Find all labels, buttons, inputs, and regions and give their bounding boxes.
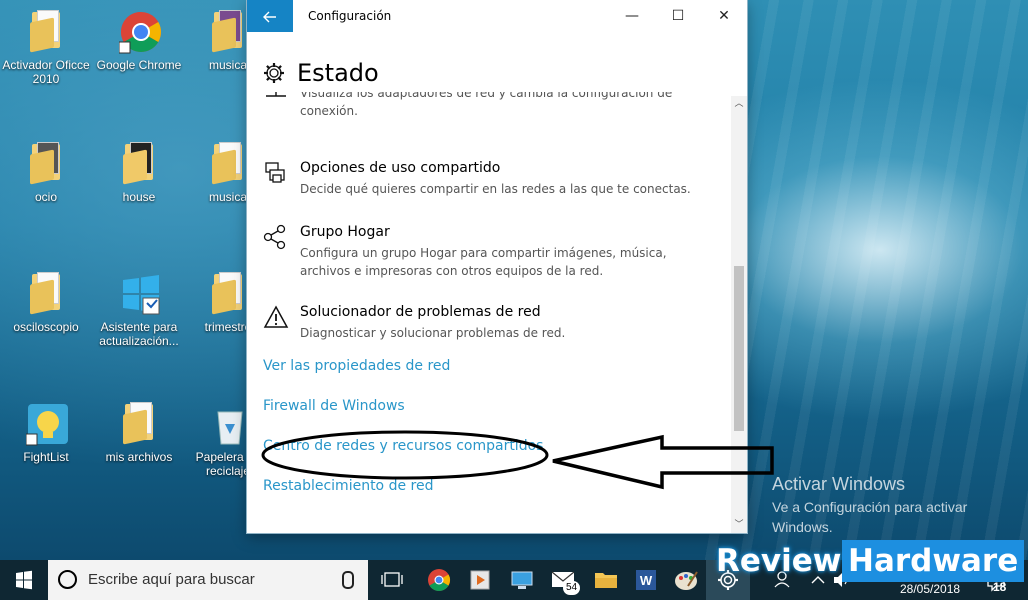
windows-logo-icon <box>119 272 160 316</box>
recycle-bin-icon <box>208 402 248 446</box>
homegroup-item[interactable]: Grupo Hogar Configura un grupo Hogar par… <box>263 224 703 284</box>
activation-watermark: Activar Windows Ve a Configuración para … <box>772 474 1002 537</box>
maximize-button[interactable]: ☐ <box>655 0 701 32</box>
network-sharing-center-link[interactable]: Centro de redes y recursos compartidos <box>263 438 543 454</box>
back-arrow-icon <box>263 11 276 22</box>
warning-triangle-icon <box>263 305 289 328</box>
item-title: Solucionador de problemas de red <box>300 304 541 320</box>
desktop-icon-activador[interactable]: Activador Oficce 2010 <box>0 10 94 86</box>
folder-icon <box>119 402 159 446</box>
item-description: Configura un grupo Hogar para compartir … <box>300 246 667 278</box>
desktop-icon-label: musica <box>208 58 247 72</box>
cortana-icon <box>58 570 77 589</box>
desktop-icon-label: trimestre <box>204 320 252 334</box>
chrome-icon <box>118 10 161 54</box>
desktop-icon-asistente[interactable]: Asistente para actualización... <box>91 272 187 348</box>
item-description: Visualiza los adaptadores de red y cambi… <box>300 92 673 118</box>
window-title: Configuración <box>308 9 392 23</box>
scrollbar-thumb[interactable] <box>734 266 744 431</box>
close-button[interactable]: ✕ <box>701 0 747 32</box>
item-title: Grupo Hogar <box>300 224 390 240</box>
troubleshooter-item[interactable]: Solucionador de problemas de red Diagnos… <box>263 304 703 346</box>
settings-content: Visualiza los adaptadores de red y cambi… <box>263 92 729 533</box>
folder-icon <box>595 573 617 588</box>
paint-palette-icon <box>675 571 698 590</box>
minimize-icon: — <box>625 8 639 24</box>
search-placeholder: Escribe aquí para buscar <box>88 571 255 588</box>
taskbar-paint[interactable] <box>664 560 708 600</box>
scroll-up-arrow-icon[interactable]: ︿ <box>731 96 747 112</box>
clock-date[interactable]: 28/05/2018 <box>900 581 960 597</box>
vertical-scrollbar[interactable]: ︿ ﹀ <box>731 96 747 533</box>
item-description: Decide qué quieres compartir en las rede… <box>300 182 691 196</box>
scroll-down-arrow-icon[interactable]: ﹀ <box>731 517 747 533</box>
start-button[interactable] <box>0 560 48 600</box>
folder-icon <box>208 272 248 316</box>
task-view-icon <box>381 572 403 587</box>
network-properties-link[interactable]: Ver las propiedades de red <box>263 358 450 374</box>
settings-window: Configuración — ☐ ✕ Estado Visualiza los… <box>247 0 747 533</box>
close-icon: ✕ <box>718 8 730 24</box>
desktop-icon-label: mis archivos <box>105 450 173 464</box>
sharing-options-item[interactable]: Opciones de uso compartido Decide qué qu… <box>263 160 703 202</box>
network-adapter-icon <box>266 92 286 97</box>
computer-icon <box>511 571 533 589</box>
sharing-options-icon <box>265 162 285 183</box>
desktop-icon-fightlist[interactable]: FightList <box>0 402 94 464</box>
desktop-icon-label: ocio <box>34 190 57 204</box>
word-icon: W <box>636 570 656 590</box>
taskbar-mail[interactable]: 54 <box>542 560 586 600</box>
title-bar[interactable]: Configuración — ☐ ✕ <box>247 0 747 32</box>
taskbar-media-player[interactable] <box>458 560 502 600</box>
item-description: Diagnosticar y solucionar problemas de r… <box>300 326 566 340</box>
network-reset-link[interactable]: Restablecimiento de red <box>263 478 433 494</box>
media-player-icon <box>470 570 490 590</box>
desktop-icon-house[interactable]: house <box>91 142 187 204</box>
page-title: Estado <box>297 59 379 87</box>
task-view-button[interactable] <box>370 560 414 600</box>
folder-icon <box>208 10 248 54</box>
desktop-icon-label: FightList <box>23 450 69 464</box>
fightlist-app-icon <box>25 402 68 446</box>
desktop-icon-label: osciloscopio <box>13 320 79 334</box>
windows-firewall-link[interactable]: Firewall de Windows <box>263 398 405 414</box>
desktop-icon-label: Activador Oficce 2010 <box>2 58 90 86</box>
desktop-icon-ocio[interactable]: ocio <box>0 142 94 204</box>
svg-text:W: W <box>640 573 653 588</box>
taskbar-word[interactable]: W <box>624 560 668 600</box>
watermark-review: Review <box>716 543 842 579</box>
folder-icon <box>26 10 66 54</box>
desktop-icon-label: Asistente para actualización... <box>99 320 179 348</box>
gear-icon <box>264 63 284 83</box>
taskbar-file-explorer[interactable] <box>584 560 628 600</box>
microphone-icon[interactable] <box>342 571 354 589</box>
taskbar-this-pc[interactable] <box>500 560 544 600</box>
mail-icon <box>551 571 575 587</box>
item-title: Opciones de uso compartido <box>300 160 501 176</box>
folder-icon <box>26 272 66 316</box>
activation-heading: Activar Windows <box>772 474 906 494</box>
mail-badge: 54 <box>563 581 581 595</box>
watermark-hardware: Hardware <box>842 540 1025 582</box>
windows-start-icon <box>16 570 32 590</box>
desktop-icon-label: Google Chrome <box>96 58 182 72</box>
back-button[interactable] <box>247 0 293 32</box>
notification-count: 18 <box>993 580 1007 594</box>
folder-icon <box>26 142 66 186</box>
chrome-icon <box>428 569 450 591</box>
desktop-icon-osciloscopio[interactable]: osciloscopio <box>0 272 94 334</box>
desktop-icon-label: house <box>122 190 156 204</box>
activation-text: Ve a Configuración para activar Windows. <box>772 499 968 535</box>
folder-icon <box>208 142 248 186</box>
network-adapters-item[interactable]: Visualiza los adaptadores de red y cambi… <box>263 92 703 126</box>
desktop-icon-mis-archivos[interactable]: mis archivos <box>91 402 187 464</box>
folder-icon <box>119 142 159 186</box>
homegroup-icon <box>263 224 286 250</box>
maximize-icon: ☐ <box>671 8 685 24</box>
taskbar-chrome[interactable] <box>417 560 461 600</box>
desktop-icon-google-chrome[interactable]: Google Chrome <box>91 10 187 72</box>
desktop-icon-label: musica <box>208 190 247 204</box>
taskbar-search-box[interactable]: Escribe aquí para buscar <box>48 560 368 600</box>
minimize-button[interactable]: — <box>609 0 655 32</box>
